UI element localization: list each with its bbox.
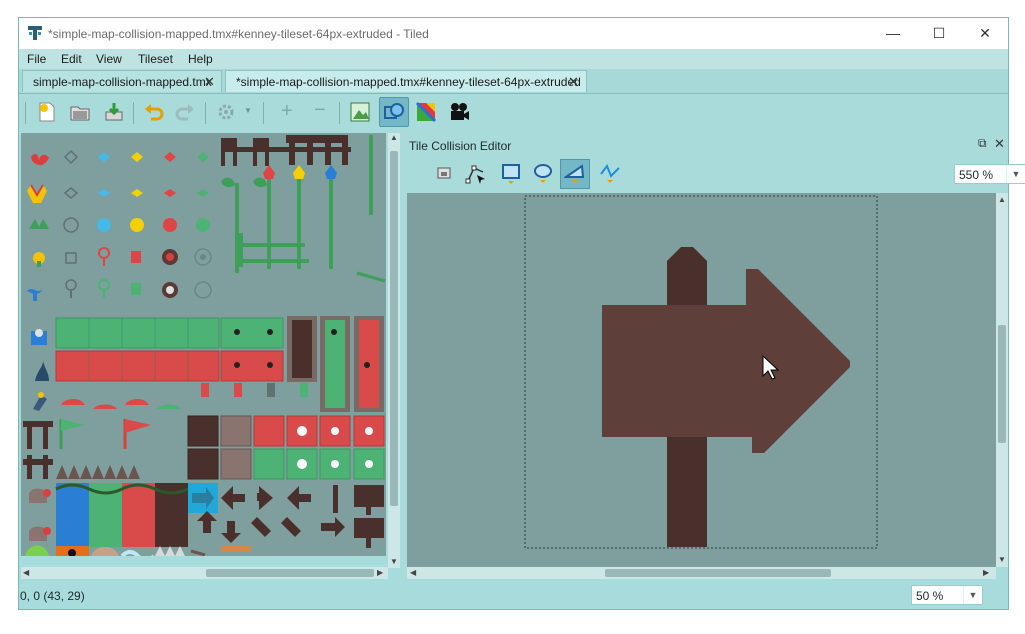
map-zoom-value: 50 % xyxy=(916,589,944,603)
collision-horizontal-scrollbar[interactable]: ◀ ▶ xyxy=(407,567,996,579)
zoom-select[interactable]: 550 % ▼ xyxy=(954,164,1025,184)
tile-preview xyxy=(524,195,878,549)
redo-icon[interactable] xyxy=(174,101,196,123)
polyline-icon[interactable] xyxy=(599,162,621,184)
toolbar-separator xyxy=(133,102,134,124)
collision-editor-header: Tile Collision Editor ⧉ ✕ xyxy=(407,133,1008,157)
tab-tileset[interactable]: *simple-map-collision-mapped.tmx#kenney-… xyxy=(225,70,587,92)
select-objects-icon[interactable] xyxy=(435,164,455,184)
close-window-button[interactable]: ✕ xyxy=(962,18,1008,49)
chevron-down-icon[interactable]: ▼ xyxy=(963,586,982,604)
menu-file[interactable]: File xyxy=(27,52,46,66)
stamp-settings-icon[interactable] xyxy=(216,101,238,123)
collision-vertical-scrollbar[interactable]: ▲ ▼ xyxy=(996,193,1008,567)
open-file-icon[interactable] xyxy=(69,101,91,123)
tile-row-blocks xyxy=(23,415,385,556)
maximize-button[interactable]: ☐ xyxy=(916,18,962,49)
undo-icon[interactable] xyxy=(143,101,165,123)
remove-icon[interactable]: − xyxy=(314,99,326,122)
scroll-up-icon[interactable]: ▲ xyxy=(390,133,398,142)
chevron-down-icon[interactable]: ▼ xyxy=(1006,165,1025,183)
scroll-thumb[interactable] xyxy=(998,325,1006,443)
menu-tileset[interactable]: Tileset xyxy=(138,52,173,66)
scroll-up-icon[interactable]: ▲ xyxy=(998,195,1006,204)
toolbar-separator xyxy=(339,102,340,124)
collision-editor-title: Tile Collision Editor xyxy=(409,139,512,153)
float-panel-icon[interactable]: ⧉ xyxy=(978,136,987,151)
ellipse-icon[interactable] xyxy=(532,162,554,184)
menu-edit[interactable]: Edit xyxy=(61,52,82,66)
window-title: *simple-map-collision-mapped.tmx#kenney-… xyxy=(48,27,429,41)
scroll-thumb[interactable] xyxy=(206,569,374,577)
tileset-view[interactable] xyxy=(21,133,386,556)
export-icon[interactable] xyxy=(103,101,125,123)
collision-tools: 550 % ▼ xyxy=(407,157,1025,191)
tile-row-plants xyxy=(27,149,212,301)
scroll-down-icon[interactable]: ▼ xyxy=(390,557,398,566)
tab-map[interactable]: simple-map-collision-mapped.tmx ✕ xyxy=(22,70,222,92)
title-bar: *simple-map-collision-mapped.tmx#kenney-… xyxy=(19,18,1008,49)
minimize-button[interactable]: — xyxy=(870,18,916,49)
tileset-vertical-scrollbar[interactable]: ▲ ▼ xyxy=(388,133,400,568)
document-tabs: simple-map-collision-mapped.tmx ✕ *simpl… xyxy=(19,69,1008,94)
main-toolbar: ▼ + − xyxy=(19,94,1008,130)
scroll-right-icon[interactable]: ▶ xyxy=(377,568,383,577)
tab-map-label: simple-map-collision-mapped.tmx xyxy=(33,75,212,89)
scroll-left-icon[interactable]: ◀ xyxy=(23,568,29,577)
toolbar-separator xyxy=(263,102,264,124)
scroll-right-icon[interactable]: ▶ xyxy=(983,568,989,577)
collision-editor-icon[interactable] xyxy=(383,101,405,123)
polygon-icon[interactable] xyxy=(564,162,586,184)
terrain-icon[interactable] xyxy=(415,101,437,123)
tileset-horizontal-scrollbar[interactable]: ◀ ▶ xyxy=(21,567,388,579)
close-tab-icon[interactable]: ✕ xyxy=(204,74,215,90)
map-zoom-select[interactable]: 50 % ▼ xyxy=(911,585,983,605)
add-icon[interactable]: + xyxy=(281,100,293,123)
tiled-app-icon xyxy=(28,26,42,40)
collision-canvas[interactable] xyxy=(407,193,997,567)
edit-polygons-icon[interactable] xyxy=(465,163,487,185)
tileset-tiles xyxy=(23,135,386,556)
toolbar-separator xyxy=(205,102,206,124)
tile-row-fences xyxy=(221,135,386,283)
tileset-image-icon[interactable] xyxy=(349,101,371,123)
menu-bar: File Edit View Tileset Help xyxy=(19,49,1008,69)
scroll-down-icon[interactable]: ▼ xyxy=(998,555,1006,564)
scroll-thumb[interactable] xyxy=(390,151,398,506)
sign-board xyxy=(602,269,850,453)
tiled-window: *simple-map-collision-mapped.tmx#kenney-… xyxy=(18,17,1025,610)
cursor-coordinates: 0, 0 (43, 29) xyxy=(20,589,85,603)
scroll-left-icon[interactable]: ◀ xyxy=(410,568,416,577)
rectangle-icon[interactable] xyxy=(500,162,522,184)
toolbar-grip xyxy=(25,102,26,124)
animation-icon[interactable] xyxy=(448,101,470,123)
new-file-icon[interactable] xyxy=(36,101,58,123)
chevron-down-icon[interactable]: ▼ xyxy=(244,106,252,115)
close-tab-icon[interactable]: ✕ xyxy=(568,74,579,90)
menu-help[interactable]: Help xyxy=(188,52,213,66)
scroll-thumb[interactable] xyxy=(605,569,831,577)
tab-tileset-label: *simple-map-collision-mapped.tmx#kenney-… xyxy=(236,75,581,89)
zoom-value: 550 % xyxy=(959,168,994,182)
tile-row-platforms xyxy=(31,316,384,412)
close-panel-icon[interactable]: ✕ xyxy=(994,136,1005,152)
status-bar: 0, 0 (43, 29) 50 % ▼ xyxy=(19,581,1008,609)
menu-view[interactable]: View xyxy=(96,52,122,66)
